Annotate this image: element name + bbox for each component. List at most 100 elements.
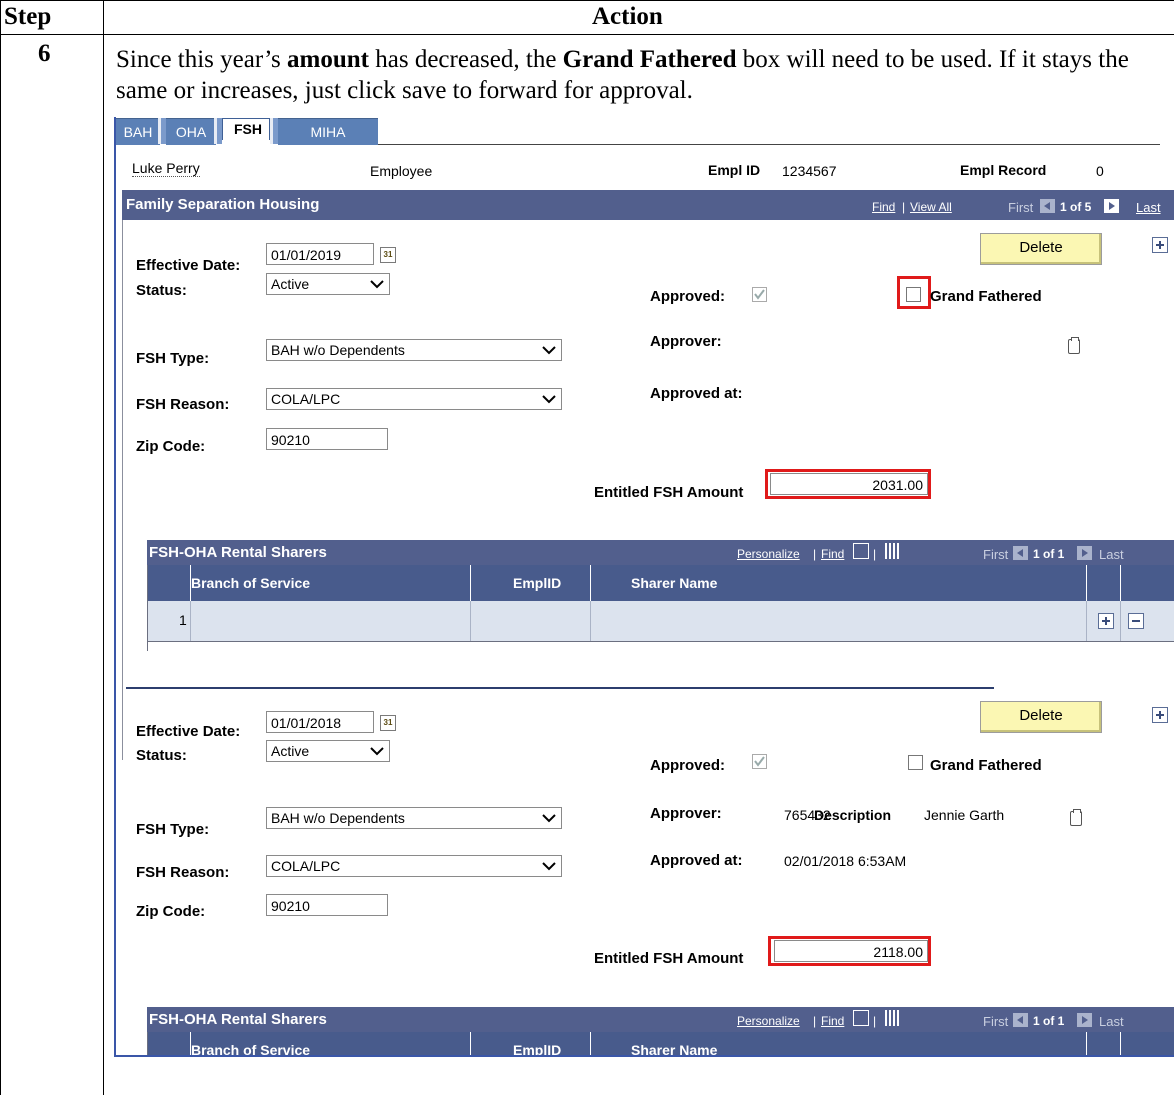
first-link[interactable]: First	[1008, 200, 1033, 215]
next-arrow-icon[interactable]	[1077, 1013, 1092, 1027]
add-row-icon[interactable]	[1152, 237, 1168, 253]
table-header-divider	[0, 34, 1174, 35]
empl-id-label: Empl ID	[708, 162, 761, 178]
download-icon[interactable]	[885, 543, 901, 559]
note-icon[interactable]	[1070, 809, 1082, 826]
screenshot-bottom-border	[114, 1055, 1174, 1057]
fsh-type-select[interactable]: BAH w/o Dependents	[266, 807, 562, 829]
highlight-box	[768, 936, 931, 966]
zip-code-input[interactable]: 90210	[266, 428, 388, 450]
last-link[interactable]: Last	[1136, 200, 1161, 215]
screenshot-left-border	[114, 117, 116, 1057]
download-icon[interactable]	[885, 1010, 901, 1026]
approved-at-label: Approved at:	[650, 852, 743, 869]
column-divider	[590, 565, 591, 601]
grid-left-border	[147, 565, 148, 651]
column-divider	[470, 601, 471, 641]
fsh-reason-select[interactable]: COLA/LPC	[266, 855, 562, 877]
approver-description-overlap: Description	[814, 807, 892, 823]
note-icon[interactable]	[1068, 337, 1080, 354]
approved-at-label: Approved at:	[650, 385, 743, 402]
add-row-icon[interactable]	[1152, 707, 1168, 723]
instruction-document: Step Action 6 Since this year’s amount h…	[0, 0, 1174, 1095]
column-header-branch[interactable]: Branch of Service	[191, 575, 310, 591]
tab-oha[interactable]: OHA	[166, 118, 216, 145]
grid-find-link[interactable]: Find	[821, 1014, 844, 1028]
delete-button[interactable]: Delete	[980, 233, 1102, 265]
employee-name[interactable]: Luke Perry	[132, 160, 200, 177]
find-link[interactable]: Find	[872, 200, 895, 214]
embedded-screenshot: BAH OHA FSH MIHA Luke Perry Employee Emp…	[114, 117, 1174, 1057]
column-divider	[1086, 565, 1087, 601]
column-header-emplid[interactable]: EmplID	[513, 575, 561, 591]
add-row-icon[interactable]	[1098, 613, 1114, 629]
calendar-icon[interactable]: 31	[380, 715, 396, 731]
status-select[interactable]: Active	[266, 273, 390, 295]
chevron-down-icon	[542, 346, 556, 355]
grid-first-link[interactable]: First	[983, 547, 1008, 562]
status-label: Status:	[136, 282, 187, 299]
effective-date-input[interactable]: 01/01/2019	[266, 243, 374, 265]
fsh-type-label: FSH Type:	[136, 350, 210, 367]
zoom-icon[interactable]	[853, 543, 869, 559]
record-divider	[126, 687, 994, 689]
empl-record-label: Empl Record	[960, 162, 1047, 178]
column-header-sharer-name[interactable]: Sharer Name	[631, 575, 717, 591]
tab-fsh[interactable]: FSH	[222, 118, 270, 140]
prev-arrow-icon[interactable]	[1013, 546, 1028, 560]
link-separator: |	[902, 200, 906, 214]
delete-button[interactable]: Delete	[980, 701, 1102, 733]
grid-last-link[interactable]: Last	[1099, 1014, 1124, 1029]
grid-first-link[interactable]: First	[983, 1014, 1008, 1029]
fsh-reason-label: FSH Reason:	[136, 864, 230, 881]
chevron-down-icon	[542, 814, 556, 823]
prev-arrow-icon[interactable]	[1013, 1013, 1028, 1027]
personalize-link[interactable]: Personalize	[737, 1014, 800, 1028]
step-number: 6	[38, 40, 51, 67]
zoom-icon[interactable]	[853, 1010, 869, 1026]
fsh-reason-select[interactable]: COLA/LPC	[266, 388, 562, 410]
next-arrow-icon[interactable]	[1104, 199, 1119, 213]
tab-underline	[378, 144, 1160, 145]
prev-arrow-icon[interactable]	[1040, 199, 1055, 213]
tab-miha[interactable]: MIHA	[278, 118, 378, 145]
effective-date-label: Effective Date:	[136, 257, 241, 274]
step-instruction: Since this year’s amount has decreased, …	[116, 46, 1129, 104]
table-row[interactable]: 1	[147, 601, 1174, 641]
fsh-reason-label: FSH Reason:	[136, 396, 230, 413]
range-text: 1 of 5	[1060, 200, 1092, 214]
effective-date-input[interactable]: 01/01/2018	[266, 711, 374, 733]
section-header-bar: Family Separation Housing Find | View Al…	[122, 190, 1174, 220]
grand-fathered-label: Grand Fathered	[930, 288, 1042, 305]
column-divider	[1120, 1032, 1121, 1057]
column-divider	[590, 1032, 591, 1057]
next-arrow-icon[interactable]	[1077, 546, 1092, 560]
highlight-box	[897, 276, 931, 309]
fsh-type-label: FSH Type:	[136, 821, 210, 838]
table-left-border	[0, 0, 1, 1095]
approver-label: Approver:	[650, 333, 722, 350]
personalize-link[interactable]: Personalize	[737, 547, 800, 561]
column-divider	[590, 601, 591, 641]
status-select[interactable]: Active	[266, 740, 390, 762]
column-divider	[190, 1032, 191, 1057]
column-divider	[1120, 601, 1121, 641]
zip-code-input[interactable]: 90210	[266, 894, 388, 916]
emphasis-amount: amount	[287, 46, 370, 73]
grid-last-link[interactable]: Last	[1099, 547, 1124, 562]
grid-range-text: 1 of 1	[1033, 1014, 1065, 1028]
delete-row-icon[interactable]	[1128, 613, 1144, 629]
tab-bah[interactable]: BAH	[116, 118, 160, 145]
fsh-type-select[interactable]: BAH w/o Dependents	[266, 339, 562, 361]
grand-fathered-checkbox[interactable]	[908, 755, 923, 770]
column-divider	[190, 601, 191, 641]
step-column-header: Step	[4, 3, 52, 30]
approved-at-value: 02/01/2018 6:53AM	[784, 853, 907, 869]
approved-label: Approved:	[650, 757, 725, 774]
highlight-box	[765, 469, 931, 499]
calendar-icon[interactable]: 31	[380, 247, 396, 263]
view-all-link[interactable]: View All	[910, 200, 952, 214]
grid-find-link[interactable]: Find	[821, 547, 844, 561]
empl-record-value: 0	[1096, 163, 1104, 179]
column-divider	[470, 565, 471, 601]
